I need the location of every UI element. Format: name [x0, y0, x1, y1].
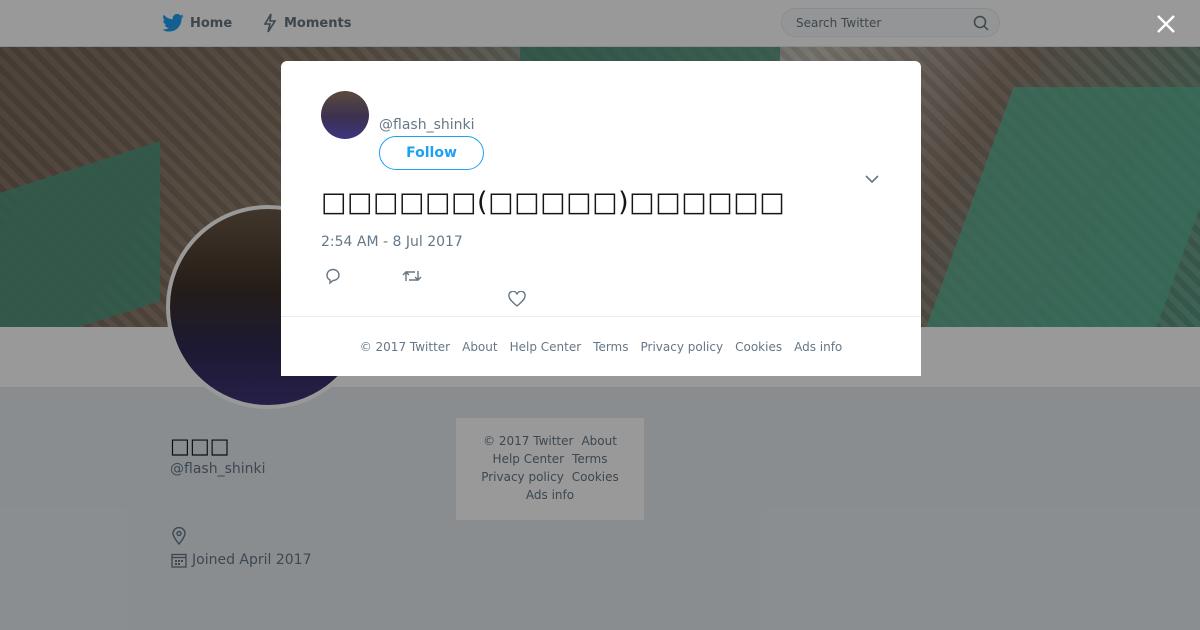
retweet-icon[interactable]: [402, 268, 422, 284]
modal-footer-cookies-link[interactable]: Cookies: [735, 340, 782, 354]
modal-footer-privacy-link[interactable]: Privacy policy: [641, 340, 724, 354]
like-heart-icon[interactable]: [508, 291, 526, 307]
modal-footer-help-link[interactable]: Help Center: [510, 340, 582, 354]
tweet-text: □□□□□□(□□□□□)□□□□□□: [321, 187, 786, 218]
tweet-timestamp[interactable]: 2:54 AM - 8 Jul 2017: [321, 234, 463, 250]
tweet-author-handle[interactable]: @flash_shinki: [379, 117, 475, 133]
tweet-author-avatar[interactable]: [321, 91, 369, 139]
chevron-down-icon[interactable]: [864, 171, 880, 187]
modal-footer-about-link[interactable]: About: [462, 340, 497, 354]
close-icon[interactable]: [1152, 10, 1180, 38]
reply-icon[interactable]: [324, 267, 342, 285]
follow-button[interactable]: Follow: [379, 136, 484, 170]
modal-footer: © 2017 Twitter About Help Center Terms P…: [281, 316, 921, 376]
modal-footer-ads-link[interactable]: Ads info: [794, 340, 842, 354]
modal-footer-copyright: © 2017 Twitter: [359, 339, 451, 354]
tweet-modal: @flash_shinki Follow □□□□□□(□□□□□)□□□□□□…: [281, 61, 921, 316]
modal-footer-terms-link[interactable]: Terms: [593, 340, 628, 354]
